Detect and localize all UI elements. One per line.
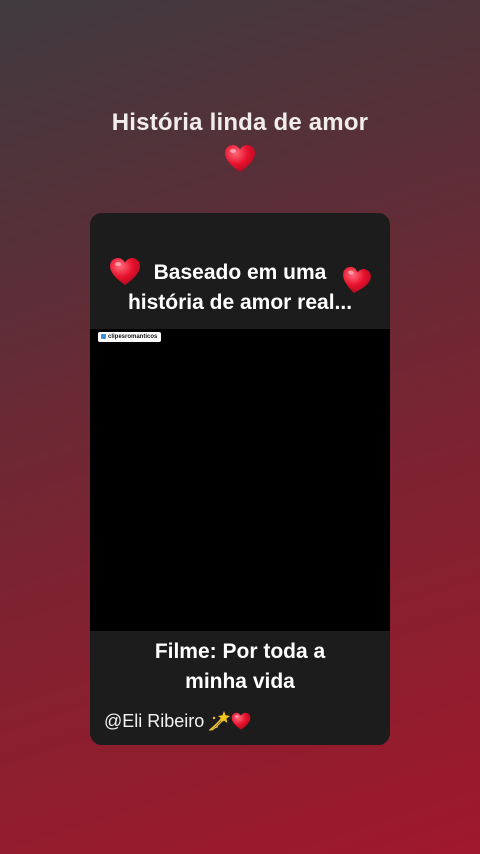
card-top-caption-area: Baseado em uma história de amor real... bbox=[90, 213, 390, 329]
video-card[interactable]: Baseado em uma história de amor real... … bbox=[90, 213, 390, 745]
watermark-text: clipesromanticos bbox=[108, 334, 158, 340]
bottom-caption: Filme: Por toda a minha vida bbox=[90, 637, 390, 697]
red-heart-icon bbox=[224, 144, 256, 174]
credit-line[interactable]: @Eli Ribeiro bbox=[104, 709, 251, 733]
dizzy-sparkle-icon bbox=[208, 710, 231, 732]
video-frame[interactable]: clipesromanticos bbox=[90, 329, 390, 631]
story-header: História linda de amor bbox=[0, 106, 480, 179]
watermark-badge: clipesromanticos bbox=[98, 332, 162, 342]
bottom-caption-line-1: Filme: Por toda a bbox=[154, 640, 326, 663]
top-caption: Baseado em uma história de amor real... bbox=[90, 258, 390, 318]
watermark-logo-icon bbox=[101, 334, 106, 339]
story-title: História linda de amor bbox=[111, 109, 369, 136]
credit-handle[interactable]: @Eli Ribeiro bbox=[104, 709, 204, 733]
card-bottom-caption-area: Filme: Por toda a minha vida @Eli Ribeir… bbox=[90, 631, 390, 745]
top-caption-line-2: história de amor real... bbox=[127, 291, 353, 314]
red-heart-icon bbox=[231, 712, 251, 731]
bottom-caption-line-2: minha vida bbox=[185, 670, 295, 693]
top-caption-line-1: Baseado em uma bbox=[153, 261, 327, 284]
story-screen: { "header": { "title": "História linda d… bbox=[0, 0, 480, 854]
